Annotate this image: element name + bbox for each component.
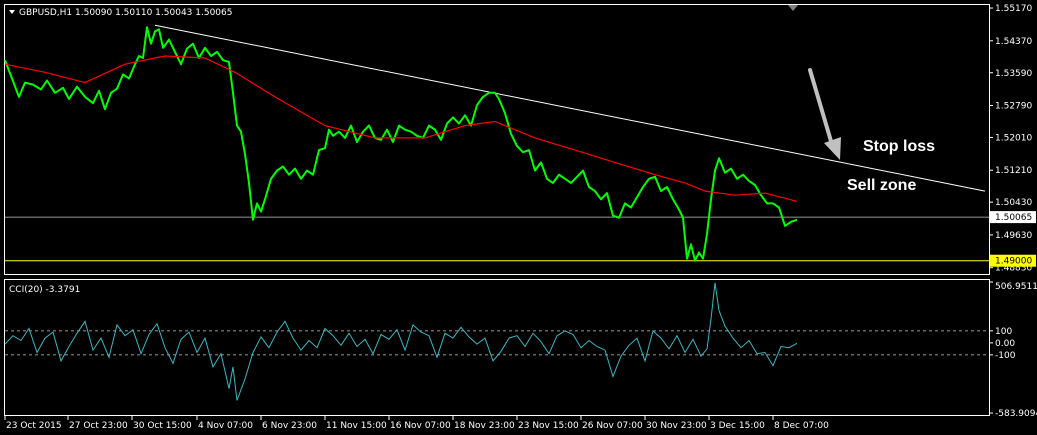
trading-chart: GBPUSD,H1 1.50090 1.50110 1.50043 1.5006… (4, 4, 1037, 431)
time-tick-label: 23 Oct 2015 (6, 421, 62, 431)
cci-plot (4, 282, 989, 401)
price-tick-label: 1.54370 (995, 37, 1032, 47)
time-tick-label: 23 Nov 15:00 (518, 421, 579, 431)
stop-loss-arrow-icon (808, 68, 841, 160)
time-tick-label: 27 Oct 23:00 (69, 421, 128, 431)
time-tick-label: 3 Dec 15:00 (710, 421, 765, 431)
time-tick-label: 16 Nov 07:00 (390, 421, 451, 431)
cci-tick-label: 506.9511 (995, 282, 1037, 292)
cci-header: CCI(20) -3.3791 (9, 285, 80, 295)
time-tick-label: 11 Nov 15:00 (326, 421, 387, 431)
current-price-label: 1.50065 (995, 213, 1032, 223)
price-axis: 1.55170 1.54370 1.53590 1.52790 1.52010 1.512… (989, 4, 1036, 274)
cci-axis: 506.9511 100 0.00 -100 -583.9094 (989, 281, 1037, 419)
cci-tick-label: 100 (995, 327, 1012, 337)
symbol-header: GBPUSD,H1 1.50090 1.50110 1.50043 1.5006… (19, 8, 232, 18)
time-tick-label: 30 Oct 15:00 (133, 421, 192, 431)
time-tick-label: 4 Nov 07:00 (198, 421, 253, 431)
cci-pane-frame (4, 279, 990, 416)
price-series-line (4, 26, 798, 262)
cci-tick-label: -100 (995, 351, 1016, 361)
time-axis: 23 Oct 2015 27 Oct 23:00 30 Oct 15:00 4 Nov… (4, 416, 829, 431)
cci-tick-label: -583.9094 (995, 409, 1037, 419)
price-tick-label: 1.52010 (995, 133, 1032, 143)
price-plot (4, 24, 989, 262)
time-tick-label: 18 Nov 23:00 (454, 421, 515, 431)
cci-series-line (4, 282, 798, 401)
price-tick-label: 1.55170 (995, 4, 1032, 14)
main-pane-frame (4, 4, 990, 275)
price-tick-label: 1.51210 (995, 166, 1032, 176)
price-tick-label: 1.49630 (995, 231, 1032, 241)
window-menu-icon[interactable] (9, 10, 15, 14)
support-level-label: 1.49000 (995, 257, 1032, 267)
price-tick-label: 1.53590 (995, 69, 1032, 79)
sell-zone-label: Sell zone (847, 177, 916, 194)
moving-average-line (4, 55, 798, 202)
time-tick-label: 8 Dec 07:00 (774, 421, 829, 431)
time-tick-label: 26 Nov 07:00 (582, 421, 643, 431)
resistance-trendline (154, 24, 986, 192)
price-tick-label: 1.50430 (995, 198, 1032, 208)
chart-shift-marker-icon[interactable] (788, 5, 798, 11)
price-tick-label: 1.52790 (995, 102, 1032, 112)
time-tick-label: 6 Nov 23:00 (262, 421, 317, 431)
stop-loss-label: Stop loss (863, 138, 935, 155)
time-tick-label: 30 Nov 23:00 (646, 421, 707, 431)
cci-tick-label: 0.00 (995, 339, 1015, 349)
